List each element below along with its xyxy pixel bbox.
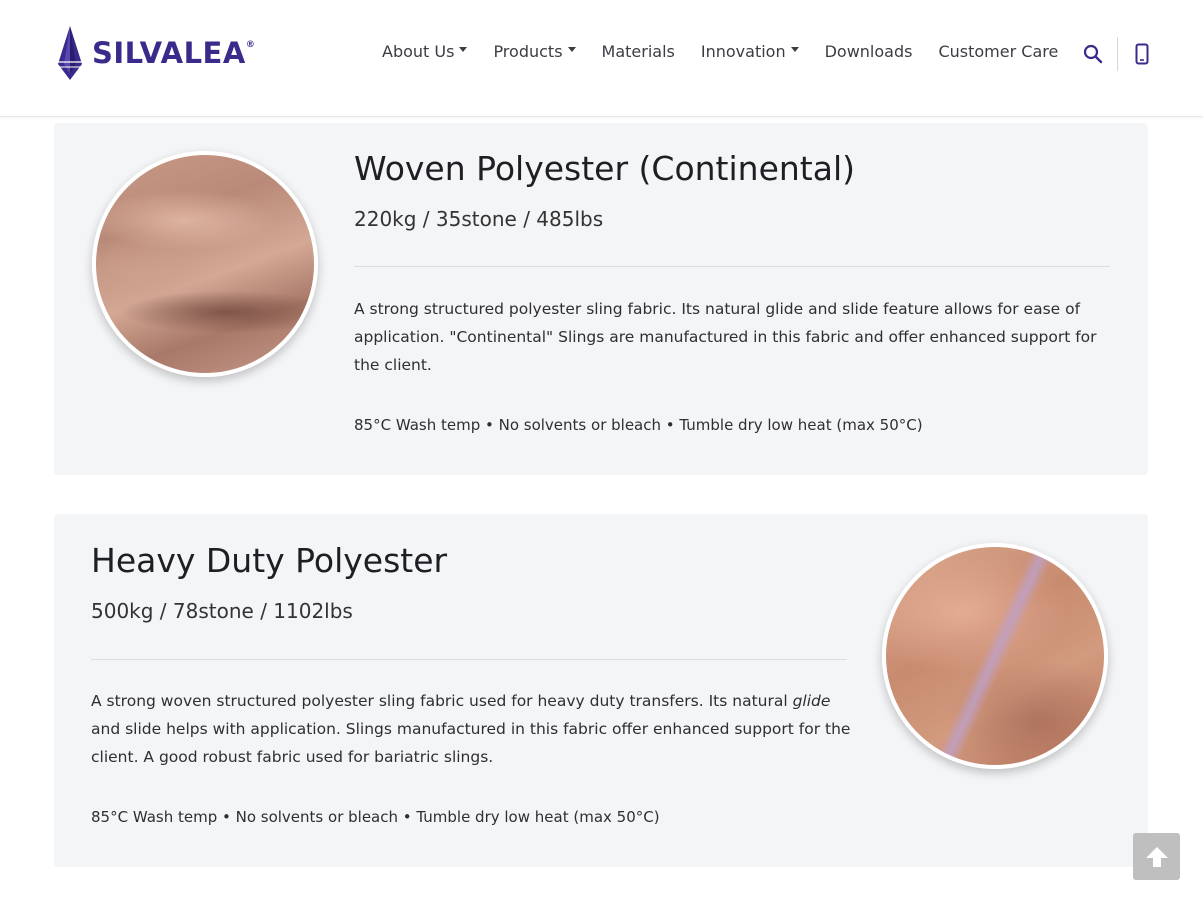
nav-downloads[interactable]: Downloads [825,42,913,61]
fabric-swatch-image [882,543,1108,769]
nav-customer-care[interactable]: Customer Care [938,42,1058,61]
material-capacity: 500kg / 78stone / 1102lbs [91,599,353,623]
care-instructions: 85°C Wash temp • No solvents or bleach •… [354,416,923,434]
fabric-swatch-image [92,151,318,377]
material-description: A strong woven structured polyester slin… [91,692,851,766]
divider [354,266,1110,267]
search-icon[interactable] [1083,44,1103,64]
nav-divider [1117,37,1118,71]
material-description: A strong structured polyester sling fabr… [354,300,1097,374]
divider [91,659,847,660]
material-card-woven-polyester: Woven Polyester (Continental) 220kg / 35… [54,123,1148,475]
caret-down-icon [790,47,799,52]
caret-down-icon [567,47,576,52]
main-nav: About Us Products Materials Innovation D… [382,42,1084,61]
nav-about-us[interactable]: About Us [382,42,468,61]
arrow-up-icon [1145,846,1168,867]
logo-text: SILVALEA® [92,36,256,70]
material-title: Woven Polyester (Continental) [354,149,855,188]
care-instructions: 85°C Wash temp • No solvents or bleach •… [91,808,660,826]
material-card-heavy-duty-polyester: Heavy Duty Polyester 500kg / 78stone / 1… [54,514,1148,867]
nav-materials[interactable]: Materials [602,42,675,61]
nav-products[interactable]: Products [493,42,576,61]
phone-icon[interactable] [1135,43,1149,65]
nav-innovation[interactable]: Innovation [701,42,799,61]
back-to-top-button[interactable] [1133,833,1180,880]
material-capacity: 220kg / 35stone / 485lbs [354,207,604,231]
caret-down-icon [459,47,468,52]
site-header: SILVALEA® About Us Products Materials In… [0,0,1203,117]
material-title: Heavy Duty Polyester [91,541,448,580]
logo-mark-icon [56,26,84,80]
logo[interactable]: SILVALEA® [54,26,255,80]
